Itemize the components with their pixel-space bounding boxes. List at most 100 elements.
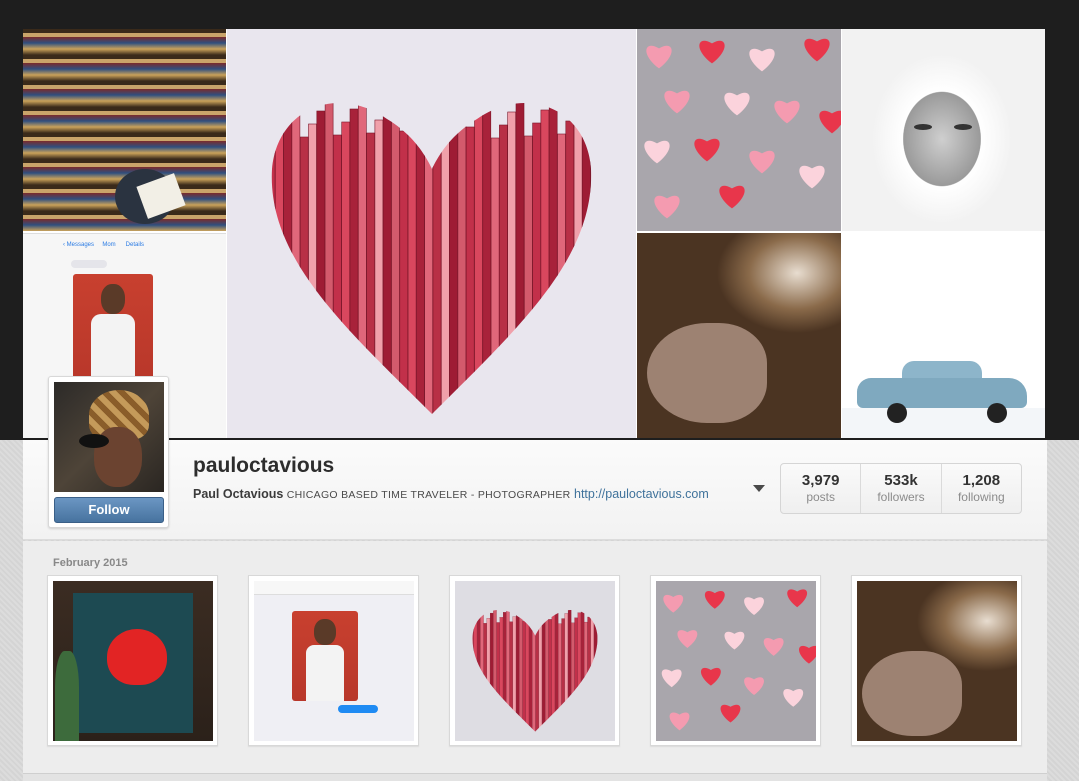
book-spine [507, 111, 517, 415]
chevron-down-icon[interactable] [753, 485, 765, 492]
cover-photo-car[interactable] [842, 233, 1045, 438]
message-photo [73, 274, 153, 384]
stat-value: 533k [884, 472, 918, 489]
paper-heart [724, 631, 745, 650]
book-spine [274, 125, 284, 415]
book-spine [473, 618, 478, 732]
book-spine [490, 137, 500, 415]
book-spine [465, 126, 475, 415]
paper-heart [819, 110, 841, 134]
book-spine [499, 124, 508, 415]
left-eye [914, 124, 932, 130]
paper-heart [804, 38, 830, 62]
book-spine [424, 103, 433, 415]
car-wheel [987, 403, 1007, 423]
book-spine [349, 108, 359, 415]
stat-value: 1,208 [962, 472, 1001, 489]
book-spine [496, 622, 500, 732]
right-eye [954, 124, 972, 130]
paper-hearts-graphic [644, 38, 841, 219]
plant [55, 651, 79, 741]
book-spine [316, 110, 326, 415]
paper-heart [749, 150, 775, 174]
paper-heart [646, 45, 672, 69]
book-spine [545, 609, 549, 732]
cover-photo-book-heart[interactable] [227, 29, 636, 438]
thumbnail-image [53, 581, 213, 741]
stat-label: following [957, 490, 1005, 504]
book-spine [557, 133, 566, 415]
book-spine [503, 612, 507, 732]
bio-tagline: CHICAGO BASED TIME TRAVELER - PHOTOGRAPH… [286, 489, 571, 501]
stat-following[interactable]: 1,208 following [942, 464, 1021, 513]
book-spine [565, 120, 575, 415]
feed-thumbnail[interactable] [449, 575, 620, 746]
follow-button[interactable]: Follow [54, 497, 164, 523]
book-spine [283, 112, 292, 415]
book-spine [324, 103, 334, 415]
snow-ground [842, 408, 1045, 438]
book-spine [366, 132, 375, 415]
book-spine [271, 103, 276, 415]
month-label: February 2015 [53, 557, 128, 569]
cover-photo-books[interactable] [23, 29, 226, 231]
book-spine [532, 122, 541, 415]
book-spine [538, 614, 543, 732]
cover-photo-hand[interactable] [637, 233, 841, 438]
messages-header: ‹ Messages Mom Details [63, 242, 145, 248]
avatar-card: Follow [48, 376, 169, 528]
book-spine [407, 117, 417, 415]
feed-thumbnail[interactable] [248, 575, 419, 746]
book-spine [528, 610, 533, 732]
feed-thumbnail[interactable] [47, 575, 218, 746]
book-spine [493, 609, 497, 732]
thumbnail-image [857, 581, 1017, 741]
username: pauloctavious [193, 454, 335, 477]
book-spine [551, 614, 556, 732]
book-spine [474, 113, 483, 415]
book-spine [548, 103, 558, 415]
book-spine [532, 609, 536, 732]
paper-heart [744, 677, 764, 696]
book-spine [299, 136, 309, 415]
book-spine [580, 609, 585, 732]
thumb-book-heart [472, 609, 598, 732]
paper-heart [661, 669, 682, 688]
full-name: Paul Octavious [193, 487, 284, 501]
feed-thumbnail[interactable] [650, 575, 821, 746]
book-spine [472, 609, 474, 732]
cover-mosaic: ‹ Messages Mom Details [23, 29, 1045, 438]
stat-posts[interactable]: 3,979 posts [781, 464, 862, 513]
book-spine [590, 131, 592, 415]
book-spine [512, 616, 517, 732]
book-spine [457, 103, 467, 415]
book-spine [573, 107, 583, 415]
book-spine [477, 613, 481, 732]
book-spine [548, 619, 552, 732]
paper-heart [663, 594, 684, 613]
book-spine [480, 609, 484, 732]
paper-heart [654, 195, 680, 219]
paper-heart [704, 590, 725, 609]
book-spine [587, 616, 591, 732]
cover-photo-portrait[interactable] [842, 29, 1045, 231]
book-spine [561, 618, 565, 732]
paper-heart [719, 185, 745, 209]
book-spine [522, 620, 526, 732]
avatar[interactable] [54, 382, 164, 492]
book-spine [540, 109, 550, 415]
thumb-head [314, 619, 336, 645]
feed-thumbnail[interactable] [851, 575, 1022, 746]
paper-heart [677, 630, 698, 648]
book-spine [515, 103, 525, 415]
person-shirt [91, 314, 135, 384]
book-spine [541, 609, 546, 732]
stat-label: followers [877, 490, 925, 504]
cover-photo-paper-hearts[interactable] [637, 29, 841, 231]
book-spine [574, 617, 578, 732]
website-link[interactable]: http://pauloctavious.com [574, 487, 709, 501]
person-head [101, 284, 125, 314]
stat-followers[interactable]: 533k followers [861, 464, 942, 513]
book-spine [482, 103, 492, 415]
book-spine [308, 123, 317, 415]
